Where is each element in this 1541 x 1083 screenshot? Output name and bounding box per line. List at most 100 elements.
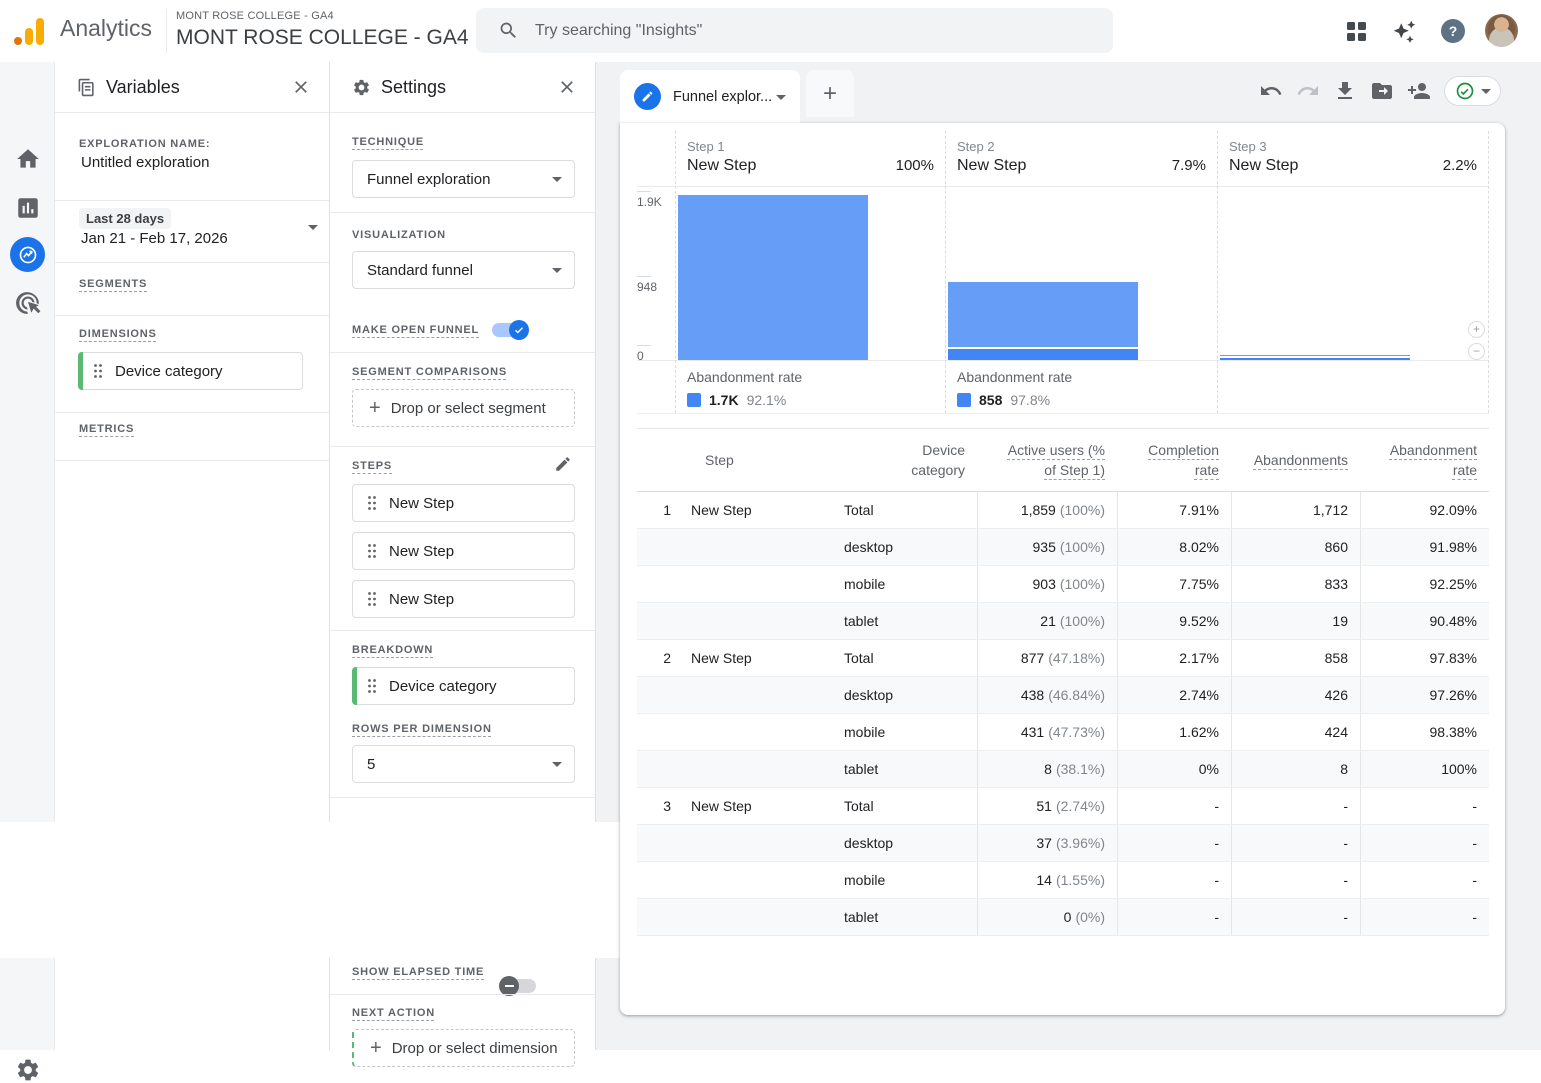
legend-swatch-icon (957, 393, 971, 407)
search-bar[interactable] (476, 8, 1113, 53)
apps-grid-icon[interactable] (1347, 22, 1366, 41)
next-action-dropzone[interactable]: + Drop or select dimension (352, 1029, 575, 1067)
cell-abandonments: 860 (1231, 529, 1360, 565)
cell-abandonment-rate: 92.25% (1360, 566, 1489, 602)
cell-device-category: Total (812, 788, 977, 824)
date-range-value[interactable]: Jan 21 - Feb 17, 2026 (81, 230, 228, 247)
redo-icon[interactable] (1296, 79, 1320, 103)
app-name: Analytics (60, 15, 152, 42)
funnel-step-name: New Step (1229, 157, 1298, 175)
active-users-percent: (3.96%) (1056, 835, 1105, 851)
cell-completion-rate: 7.91% (1117, 492, 1231, 528)
analytics-logo-icon (14, 17, 50, 45)
exploration-name-value[interactable]: Untitled exploration (81, 154, 209, 171)
visualization-select[interactable]: Standard funnel (352, 251, 575, 289)
cell-completion-rate: 2.74% (1117, 677, 1231, 713)
rows-per-dimension-value: 5 (367, 756, 375, 773)
cell-active-users: 0(0%) (977, 899, 1117, 935)
download-icon[interactable] (1333, 79, 1357, 103)
cell-active-users: 8(38.1%) (977, 751, 1117, 787)
explore-icon[interactable] (10, 237, 45, 272)
cell-active-users: 877(47.18%) (977, 640, 1117, 676)
active-users-value: 14 (1036, 872, 1052, 888)
search-input[interactable] (535, 22, 1075, 40)
cell-step (637, 603, 812, 639)
dimension-chip-label: Device category (115, 363, 223, 380)
reports-icon[interactable] (15, 195, 41, 221)
export-icon[interactable] (1370, 79, 1394, 103)
step-item[interactable]: New Step (352, 532, 575, 570)
undo-icon[interactable] (1259, 79, 1283, 103)
funnel-bar[interactable] (678, 195, 868, 360)
saved-status-button[interactable] (1444, 76, 1501, 106)
close-icon[interactable] (291, 77, 311, 97)
abandonment-value: 858 (979, 392, 1002, 408)
active-users-percent: (47.18%) (1048, 650, 1105, 666)
segment-dropzone[interactable]: + Drop or select segment (352, 389, 575, 427)
sparkle-icon[interactable] (1390, 17, 1420, 47)
cell-completion-rate: 7.75% (1117, 566, 1231, 602)
technique-select[interactable]: Funnel exploration (352, 160, 575, 198)
show-elapsed-time-toggle[interactable] (502, 979, 536, 993)
cell-step: 3New Step (637, 788, 812, 824)
step-name: New Step (691, 502, 752, 518)
tab-funnel-exploration[interactable]: Funnel explor... (620, 70, 800, 123)
property-selector[interactable]: MONT ROSE COLLEGE - GA4 (176, 26, 469, 50)
add-tab-button[interactable]: + (806, 70, 854, 117)
metrics-label: METRICS (79, 423, 134, 435)
avatar[interactable] (1485, 14, 1518, 47)
active-users-percent: (100%) (1060, 576, 1105, 592)
active-users-value: 903 (1033, 576, 1056, 592)
tab-caret-icon (776, 95, 786, 100)
open-funnel-toggle[interactable] (492, 323, 526, 337)
funnel-bar[interactable] (948, 282, 1138, 360)
table-row[interactable]: desktop438(46.84%)2.74%42697.26% (637, 677, 1489, 714)
edit-steps-pencil-icon[interactable] (554, 455, 572, 473)
cell-abandonment-rate: 97.26% (1360, 677, 1489, 713)
cell-abandonments: 8 (1231, 751, 1360, 787)
funnel-step-name: New Step (687, 157, 756, 175)
table-row[interactable]: mobile431(47.73%)1.62%42498.38% (637, 714, 1489, 751)
table-row[interactable]: desktop935(100%)8.02%86091.98% (637, 529, 1489, 566)
funnel-bar[interactable] (1220, 355, 1410, 360)
table-row[interactable]: tablet0(0%)--- (637, 899, 1489, 936)
rows-per-dimension-label: ROWS PER DIMENSION (352, 723, 492, 735)
date-caret-icon[interactable] (308, 225, 318, 230)
table-row[interactable]: 1New StepTotal1,859(100%)7.91%1,71292.09… (637, 492, 1489, 529)
cell-active-users: 21(100%) (977, 603, 1117, 639)
exploration-name-label: EXPLORATION NAME: (79, 138, 210, 150)
zoom-out-icon[interactable]: − (1468, 343, 1485, 360)
table-row[interactable]: 3New StepTotal51(2.74%)--- (637, 788, 1489, 825)
chevron-down-icon (552, 177, 562, 182)
drag-handle-icon (93, 363, 103, 379)
table-row[interactable]: mobile903(100%)7.75%83392.25% (637, 566, 1489, 603)
table-row[interactable]: desktop37(3.96%)--- (637, 825, 1489, 862)
table-row[interactable]: tablet8(38.1%)0%8100% (637, 751, 1489, 788)
breakdown-chip-device-category[interactable]: Device category (352, 667, 575, 705)
cell-step (637, 529, 812, 565)
close-icon[interactable] (557, 77, 577, 97)
help-icon[interactable]: ? (1441, 19, 1465, 43)
drag-handle-icon (367, 678, 377, 694)
active-users-percent: (38.1%) (1056, 761, 1105, 777)
rows-per-dimension-select[interactable]: 5 (352, 745, 575, 783)
table-row[interactable]: mobile14(1.55%)--- (637, 862, 1489, 899)
step-item[interactable]: New Step (352, 580, 575, 618)
cell-completion-rate: 1.62% (1117, 714, 1231, 750)
admin-gear-icon[interactable] (15, 1057, 41, 1083)
step-item[interactable]: New Step (352, 484, 575, 522)
cell-abandonment-rate: 90.48% (1360, 603, 1489, 639)
advertising-icon[interactable] (15, 290, 41, 316)
cell-active-users: 51(2.74%) (977, 788, 1117, 824)
cell-active-users: 903(100%) (977, 566, 1117, 602)
table-row[interactable]: 2New StepTotal877(47.18%)2.17%85897.83% (637, 640, 1489, 677)
technique-label: TECHNIQUE (352, 136, 424, 148)
dimension-chip-device-category[interactable]: Device category (78, 352, 303, 390)
share-users-icon[interactable] (1407, 79, 1431, 103)
cell-step (637, 825, 812, 861)
home-icon[interactable] (15, 146, 41, 172)
col-header-completion-rate: Completionrate (1117, 440, 1231, 480)
zoom-in-icon[interactable]: + (1468, 321, 1485, 338)
table-row[interactable]: tablet21(100%)9.52%1990.48% (637, 603, 1489, 640)
step-number: 2 (657, 650, 671, 666)
